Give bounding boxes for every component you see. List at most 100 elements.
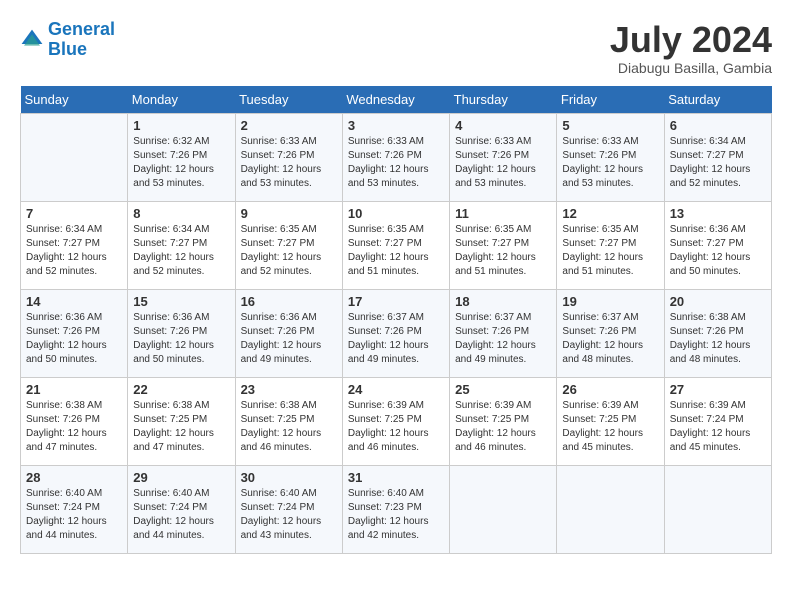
- day-info: Sunrise: 6:34 AM Sunset: 7:27 PM Dayligh…: [133, 223, 229, 279]
- calendar-cell: 21Sunrise: 6:38 AM Sunset: 7:26 PM Dayli…: [21, 377, 128, 465]
- calendar-cell: 7 Sunrise: 6:34 AM Sunset: 7:27 PM Daylig…: [21, 201, 128, 289]
- calendar-cell: 25 Sunrise: 6:39 AM Sunset: 7:25 PM Dayli…: [450, 377, 557, 465]
- day-number: 16: [241, 294, 337, 309]
- week-row-3: 14Sunrise: 6:36 AM Sunset: 7:26 PM Dayli…: [21, 289, 772, 377]
- header-row: SundayMondayTuesdayWednesdayThursdayFrid…: [21, 86, 772, 114]
- calendar-cell: 26Sunrise: 6:39 AM Sunset: 7:25 PM Dayli…: [557, 377, 664, 465]
- day-number: 20: [670, 294, 766, 309]
- calendar-cell: 28 Sunrise: 6:40 AM Sunset: 7:24 PM Dayli…: [21, 465, 128, 553]
- day-info: Sunrise: 6:36 AM Sunset: 7:26 PM Dayligh…: [133, 311, 229, 367]
- page-header: General Blue July 2024 Diabugu Basilla, …: [20, 20, 772, 76]
- location: Diabugu Basilla, Gambia: [610, 60, 772, 76]
- calendar-cell: 23Sunrise: 6:38 AM Sunset: 7:25 PM Dayli…: [235, 377, 342, 465]
- calendar-cell: 30 Sunrise: 6:40 AM Sunset: 7:24 PM Dayli…: [235, 465, 342, 553]
- day-number: 27: [670, 382, 766, 397]
- header-saturday: Saturday: [664, 86, 771, 114]
- day-number: 24: [348, 382, 444, 397]
- calendar-cell: 17Sunrise: 6:37 AM Sunset: 7:26 PM Dayli…: [342, 289, 449, 377]
- calendar-cell: 13 Sunrise: 6:36 AM Sunset: 7:27 PM Dayli…: [664, 201, 771, 289]
- day-info: Sunrise: 6:32 AM Sunset: 7:26 PM Dayligh…: [133, 135, 229, 191]
- day-number: 2: [241, 118, 337, 133]
- day-number: 5: [562, 118, 658, 133]
- day-info: Sunrise: 6:36 AM Sunset: 7:27 PM Dayligh…: [670, 223, 766, 279]
- day-info: Sunrise: 6:38 AM Sunset: 7:26 PM Dayligh…: [670, 311, 766, 367]
- logo-icon: [20, 28, 44, 52]
- calendar-cell: 24Sunrise: 6:39 AM Sunset: 7:25 PM Dayli…: [342, 377, 449, 465]
- day-number: 28: [26, 470, 122, 485]
- calendar-cell: 12Sunrise: 6:35 AM Sunset: 7:27 PM Dayli…: [557, 201, 664, 289]
- day-info: Sunrise: 6:40 AM Sunset: 7:24 PM Dayligh…: [26, 487, 122, 543]
- day-number: 1: [133, 118, 229, 133]
- day-number: 4: [455, 118, 551, 133]
- calendar-cell: 31 Sunrise: 6:40 AM Sunset: 7:23 PM Dayli…: [342, 465, 449, 553]
- calendar-cell: 19Sunrise: 6:37 AM Sunset: 7:26 PM Dayli…: [557, 289, 664, 377]
- day-number: 23: [241, 382, 337, 397]
- day-number: 29: [133, 470, 229, 485]
- logo-text: General Blue: [48, 20, 115, 60]
- header-monday: Monday: [128, 86, 235, 114]
- header-thursday: Thursday: [450, 86, 557, 114]
- week-row-1: 1 Sunrise: 6:32 AM Sunset: 7:26 PM Daylig…: [21, 113, 772, 201]
- day-number: 30: [241, 470, 337, 485]
- calendar-cell: 14Sunrise: 6:36 AM Sunset: 7:26 PM Dayli…: [21, 289, 128, 377]
- calendar-cell: [664, 465, 771, 553]
- day-number: 7: [26, 206, 122, 221]
- day-info: Sunrise: 6:34 AM Sunset: 7:27 PM Dayligh…: [670, 135, 766, 191]
- calendar-cell: 9Sunrise: 6:35 AM Sunset: 7:27 PM Daylig…: [235, 201, 342, 289]
- logo-line2: Blue: [48, 39, 87, 59]
- calendar-cell: 8 Sunrise: 6:34 AM Sunset: 7:27 PM Daylig…: [128, 201, 235, 289]
- calendar-table: SundayMondayTuesdayWednesdayThursdayFrid…: [20, 86, 772, 554]
- calendar-cell: 6Sunrise: 6:34 AM Sunset: 7:27 PM Daylig…: [664, 113, 771, 201]
- day-info: Sunrise: 6:33 AM Sunset: 7:26 PM Dayligh…: [562, 135, 658, 191]
- day-number: 13: [670, 206, 766, 221]
- day-info: Sunrise: 6:39 AM Sunset: 7:25 PM Dayligh…: [562, 399, 658, 455]
- calendar-cell: 22 Sunrise: 6:38 AM Sunset: 7:25 PM Dayli…: [128, 377, 235, 465]
- calendar-body: 1 Sunrise: 6:32 AM Sunset: 7:26 PM Daylig…: [21, 113, 772, 553]
- day-number: 22: [133, 382, 229, 397]
- calendar-cell: [21, 113, 128, 201]
- calendar-cell: 29Sunrise: 6:40 AM Sunset: 7:24 PM Dayli…: [128, 465, 235, 553]
- header-sunday: Sunday: [21, 86, 128, 114]
- calendar-cell: 16 Sunrise: 6:36 AM Sunset: 7:26 PM Dayli…: [235, 289, 342, 377]
- day-info: Sunrise: 6:38 AM Sunset: 7:26 PM Dayligh…: [26, 399, 122, 455]
- day-info: Sunrise: 6:33 AM Sunset: 7:26 PM Dayligh…: [455, 135, 551, 191]
- day-info: Sunrise: 6:35 AM Sunset: 7:27 PM Dayligh…: [348, 223, 444, 279]
- day-number: 17: [348, 294, 444, 309]
- day-number: 15: [133, 294, 229, 309]
- day-number: 3: [348, 118, 444, 133]
- day-info: Sunrise: 6:35 AM Sunset: 7:27 PM Dayligh…: [241, 223, 337, 279]
- day-info: Sunrise: 6:36 AM Sunset: 7:26 PM Dayligh…: [241, 311, 337, 367]
- header-tuesday: Tuesday: [235, 86, 342, 114]
- day-info: Sunrise: 6:39 AM Sunset: 7:25 PM Dayligh…: [455, 399, 551, 455]
- day-number: 11: [455, 206, 551, 221]
- day-number: 31: [348, 470, 444, 485]
- calendar-cell: 18Sunrise: 6:37 AM Sunset: 7:26 PM Dayli…: [450, 289, 557, 377]
- calendar-cell: 15 Sunrise: 6:36 AM Sunset: 7:26 PM Dayli…: [128, 289, 235, 377]
- header-friday: Friday: [557, 86, 664, 114]
- calendar-cell: 11 Sunrise: 6:35 AM Sunset: 7:27 PM Dayli…: [450, 201, 557, 289]
- header-wednesday: Wednesday: [342, 86, 449, 114]
- day-info: Sunrise: 6:35 AM Sunset: 7:27 PM Dayligh…: [562, 223, 658, 279]
- day-info: Sunrise: 6:34 AM Sunset: 7:27 PM Dayligh…: [26, 223, 122, 279]
- day-info: Sunrise: 6:33 AM Sunset: 7:26 PM Dayligh…: [348, 135, 444, 191]
- logo: General Blue: [20, 20, 115, 60]
- logo-line1: General: [48, 19, 115, 39]
- calendar-cell: [450, 465, 557, 553]
- week-row-4: 21Sunrise: 6:38 AM Sunset: 7:26 PM Dayli…: [21, 377, 772, 465]
- title-block: July 2024 Diabugu Basilla, Gambia: [610, 20, 772, 76]
- day-info: Sunrise: 6:38 AM Sunset: 7:25 PM Dayligh…: [133, 399, 229, 455]
- day-info: Sunrise: 6:40 AM Sunset: 7:23 PM Dayligh…: [348, 487, 444, 543]
- calendar-cell: 3 Sunrise: 6:33 AM Sunset: 7:26 PM Daylig…: [342, 113, 449, 201]
- calendar-cell: 20 Sunrise: 6:38 AM Sunset: 7:26 PM Dayli…: [664, 289, 771, 377]
- day-number: 8: [133, 206, 229, 221]
- calendar-cell: 5 Sunrise: 6:33 AM Sunset: 7:26 PM Daylig…: [557, 113, 664, 201]
- calendar-cell: 27 Sunrise: 6:39 AM Sunset: 7:24 PM Dayli…: [664, 377, 771, 465]
- week-row-2: 7 Sunrise: 6:34 AM Sunset: 7:27 PM Daylig…: [21, 201, 772, 289]
- calendar-cell: 4 Sunrise: 6:33 AM Sunset: 7:26 PM Daylig…: [450, 113, 557, 201]
- day-info: Sunrise: 6:37 AM Sunset: 7:26 PM Dayligh…: [455, 311, 551, 367]
- day-info: Sunrise: 6:33 AM Sunset: 7:26 PM Dayligh…: [241, 135, 337, 191]
- day-info: Sunrise: 6:35 AM Sunset: 7:27 PM Dayligh…: [455, 223, 551, 279]
- day-info: Sunrise: 6:40 AM Sunset: 7:24 PM Dayligh…: [241, 487, 337, 543]
- day-number: 25: [455, 382, 551, 397]
- day-info: Sunrise: 6:39 AM Sunset: 7:24 PM Dayligh…: [670, 399, 766, 455]
